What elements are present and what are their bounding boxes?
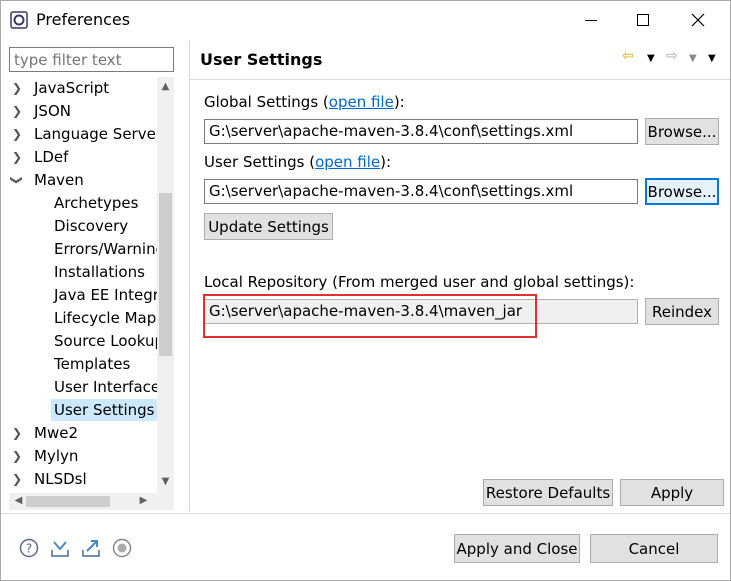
preference-tree: ❯ JavaScript ❯ JSON ❯ Language Servers ❯…	[9, 77, 174, 493]
annotation-highlight-box	[203, 294, 537, 338]
tree-horizontal-scroll-thumb[interactable]	[26, 496, 110, 507]
local-repository-label: Local Repository (From merged user and g…	[204, 273, 635, 291]
forward-arrow-icon[interactable]: ⇨	[666, 48, 678, 64]
tree-vertical-scroll-thumb[interactable]	[159, 193, 172, 356]
scroll-left-icon[interactable]: ◀	[10, 495, 27, 506]
chevron-right-icon[interactable]: ❯	[9, 100, 25, 122]
import-icon[interactable]	[50, 538, 70, 558]
view-menu-icon[interactable]: ▼	[708, 53, 716, 64]
maximize-button[interactable]	[620, 1, 666, 39]
user-browse-button[interactable]: Browse...	[645, 178, 719, 205]
global-settings-label: Global Settings (open file):	[204, 93, 405, 111]
global-browse-button[interactable]: Browse...	[645, 118, 719, 145]
global-open-file-link[interactable]: open file	[329, 93, 394, 111]
filter-input[interactable]	[9, 47, 174, 72]
preferences-window: Preferences ❯ JavaScript ❯ JSON ❯ Langua…	[0, 0, 731, 581]
eclipse-app-icon	[10, 11, 28, 29]
back-arrow-icon[interactable]: ⇦	[622, 48, 634, 64]
forward-dropdown-icon[interactable]: ▼	[689, 53, 697, 64]
chevron-right-icon[interactable]: ❯	[9, 468, 25, 490]
update-settings-button[interactable]: Update Settings	[204, 213, 333, 240]
export-icon[interactable]	[81, 538, 101, 558]
user-open-file-link[interactable]: open file	[315, 153, 380, 171]
minimize-icon	[585, 19, 597, 21]
cancel-button[interactable]: Cancel	[590, 534, 718, 563]
chevron-right-icon[interactable]: ❯	[9, 445, 25, 467]
title-bar: Preferences	[1, 1, 730, 39]
record-icon[interactable]	[112, 538, 132, 558]
panel-divider[interactable]	[189, 41, 190, 511]
maximize-icon	[637, 14, 649, 26]
back-dropdown-icon[interactable]: ▼	[647, 53, 655, 64]
close-button[interactable]	[675, 1, 721, 39]
apply-and-close-button[interactable]: Apply and Close	[454, 534, 580, 563]
page-title: User Settings	[200, 50, 323, 69]
reindex-button[interactable]: Reindex	[645, 298, 719, 325]
restore-defaults-button[interactable]: Restore Defaults	[483, 479, 613, 506]
svg-text:?: ?	[26, 542, 32, 556]
chevron-right-icon[interactable]: ❯	[9, 422, 25, 444]
help-icon[interactable]: ?	[19, 538, 39, 558]
user-settings-input[interactable]: G:\server\apache-maven-3.8.4\conf\settin…	[204, 179, 638, 204]
footer-divider	[1, 513, 730, 514]
user-settings-label: User Settings (open file):	[204, 153, 392, 171]
scroll-down-icon[interactable]: ▼	[157, 476, 174, 487]
chevron-down-icon[interactable]: ❯	[9, 172, 28, 188]
window-title: Preferences	[36, 10, 131, 29]
global-settings-input[interactable]: G:\server\apache-maven-3.8.4\conf\settin…	[204, 119, 638, 144]
chevron-right-icon[interactable]: ❯	[9, 77, 25, 99]
scroll-up-icon[interactable]: ▲	[157, 81, 174, 92]
chevron-right-icon[interactable]: ❯	[9, 146, 25, 168]
close-icon	[691, 13, 705, 27]
minimize-button[interactable]	[568, 1, 614, 39]
scroll-right-icon[interactable]: ▶	[135, 495, 152, 506]
chevron-right-icon[interactable]: ❯	[9, 123, 25, 145]
apply-button[interactable]: Apply	[620, 479, 724, 506]
header-divider	[190, 79, 730, 80]
